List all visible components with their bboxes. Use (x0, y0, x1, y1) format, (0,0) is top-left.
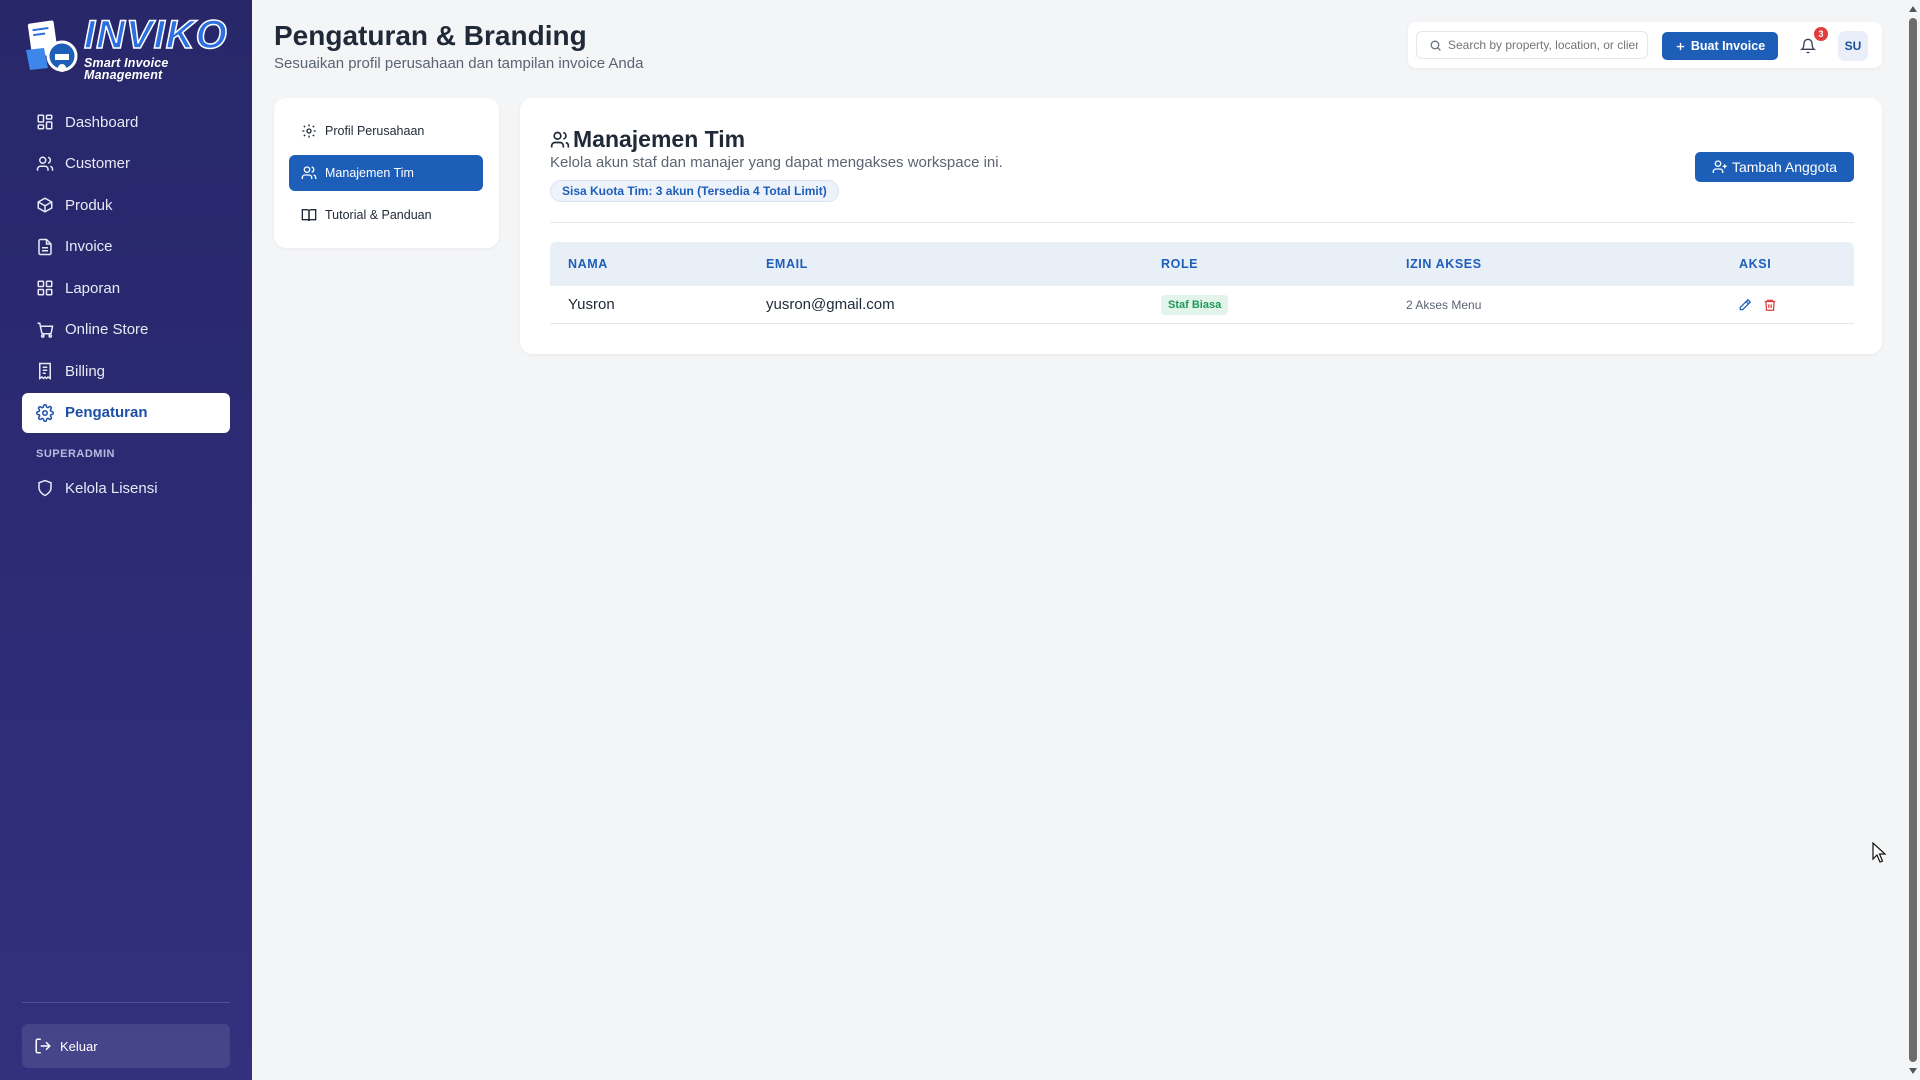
users-icon (301, 165, 317, 181)
brand-tagline: Smart Invoice Management (84, 55, 169, 82)
sidebar-item-produk[interactable]: Produk (22, 185, 230, 225)
row-actions (1736, 286, 1779, 323)
book-icon (301, 207, 317, 223)
sidebar: INVIKO Smart Invoice Management Dashboar… (0, 0, 252, 1080)
receipt-icon (36, 362, 54, 380)
gear-icon (36, 403, 54, 422)
access-count: 2 Akses Menu (1406, 297, 1482, 312)
sidebar-item-label: Invoice (65, 238, 113, 255)
sidebar-divider (22, 1002, 230, 1003)
sidebar-item-online-store[interactable]: Online Store (22, 310, 230, 350)
sidebar-item-label: Billing (65, 362, 106, 380)
settings-tabs: Profil Perusahaan Manajemen Tim Tutorial… (274, 98, 499, 248)
mouse-cursor-icon (1872, 841, 1888, 864)
page-subtitle: Sesuaikan profil perusahaan dan tampilan… (274, 55, 644, 72)
edit-icon[interactable] (1736, 296, 1754, 314)
tab-tutorial-panduan[interactable]: Tutorial & Panduan (289, 197, 483, 233)
bell-icon (1800, 38, 1816, 54)
column-header-email[interactable]: EMAIL (766, 242, 808, 286)
users-icon (550, 130, 570, 150)
sidebar-item-billing[interactable]: Billing (22, 351, 230, 391)
sidebar-item-invoice[interactable]: Invoice (22, 227, 230, 267)
logout-icon (34, 1037, 52, 1055)
tab-profil-perusahaan[interactable]: Profil Perusahaan (289, 113, 483, 149)
notification-badge: 3 (1814, 27, 1828, 41)
tab-label: Manajemen Tim (325, 166, 414, 180)
gear-icon (301, 123, 317, 139)
sidebar-nav: Dashboard Customer Produk Invoice Lapora… (22, 102, 230, 510)
add-member-button[interactable]: Tambah Anggota (1695, 152, 1854, 182)
users-icon (36, 155, 54, 173)
shield-icon (36, 479, 54, 497)
card-title: Manajemen Tim (550, 126, 745, 153)
tab-manajemen-tim[interactable]: Manajemen Tim (289, 155, 483, 191)
team-management-card: Manajemen Tim Kelola akun staf dan manaj… (520, 98, 1882, 354)
role-badge: Staf Biasa (1161, 294, 1229, 315)
page-title: Pengaturan & Branding (274, 20, 587, 51)
report-icon (36, 279, 54, 297)
column-header-nama[interactable]: NAMA (568, 242, 608, 286)
add-member-label: Tambah Anggota (1731, 159, 1838, 175)
sidebar-item-label: Laporan (65, 279, 121, 297)
logout-label: Keluar (60, 1038, 98, 1054)
quota-badge: Sisa Kuota Tim: 3 akun (Tersedia 4 Total… (550, 180, 839, 202)
scroll-up-arrow-icon[interactable] (1909, 6, 1917, 12)
logo-mark-icon (22, 20, 82, 76)
member-access: 2 Akses Menu (1406, 286, 1481, 323)
sidebar-item-laporan[interactable]: Laporan (22, 268, 230, 308)
page-scrollbar[interactable] (1906, 0, 1920, 1080)
sidebar-item-kelola-lisensi[interactable]: Kelola Lisensi (22, 468, 230, 508)
search-icon (1429, 39, 1442, 52)
top-toolbar: Buat Invoice 3 SU (1408, 22, 1882, 68)
search-box[interactable] (1416, 31, 1648, 59)
sidebar-item-label: Produk (65, 196, 113, 214)
sidebar-item-dashboard[interactable]: Dashboard (22, 102, 230, 142)
table-row: Yusron yusron@gmail.com Staf Biasa 2 Aks… (550, 286, 1854, 324)
brand-name: INVIKO (83, 12, 228, 57)
create-invoice-label: Buat Invoice (1690, 39, 1766, 53)
sidebar-item-label: Kelola Lisensi (65, 479, 158, 497)
box-icon (36, 196, 54, 214)
search-input[interactable] (1448, 38, 1638, 52)
team-table: NAMA EMAIL ROLE IZIN AKSES AKSI Yusron y… (550, 242, 1854, 324)
column-header-izin-akses[interactable]: IZIN AKSES (1406, 242, 1482, 286)
sidebar-section-superadmin: SUPERADMIN (36, 448, 115, 460)
column-header-aksi: AKSI (1739, 257, 1772, 271)
logout-button[interactable]: Keluar (22, 1024, 230, 1068)
create-invoice-button[interactable]: Buat Invoice (1662, 32, 1778, 60)
cart-icon (36, 321, 54, 339)
card-description: Kelola akun staf dan manajer yang dapat … (550, 154, 1003, 171)
trash-icon[interactable] (1761, 296, 1779, 314)
plus-icon (1675, 41, 1686, 52)
sidebar-item-customer[interactable]: Customer (22, 144, 230, 184)
tab-label: Profil Perusahaan (325, 124, 425, 138)
card-title-text: Manajemen Tim (573, 126, 746, 152)
user-plus-icon (1712, 159, 1728, 175)
file-icon (36, 238, 54, 256)
tab-label: Tutorial & Panduan (325, 208, 432, 222)
sidebar-item-label: Pengaturan (65, 404, 148, 421)
member-role: Staf Biasa (1161, 286, 1229, 323)
sidebar-item-pengaturan[interactable]: Pengaturan (22, 392, 230, 433)
sidebar-item-label: Customer (65, 155, 131, 172)
member-name: Yusron (568, 296, 615, 313)
column-header-role[interactable]: ROLE (1161, 242, 1198, 286)
scroll-down-arrow-icon[interactable] (1909, 1068, 1917, 1074)
card-divider (550, 222, 1854, 223)
sidebar-item-label: Dashboard (65, 113, 139, 131)
scroll-thumb[interactable] (1909, 18, 1917, 1062)
table-header: NAMA EMAIL ROLE IZIN AKSES AKSI (550, 242, 1854, 286)
sidebar-item-label: Online Store (65, 321, 149, 338)
dashboard-icon (36, 113, 54, 131)
brand-logo[interactable]: INVIKO Smart Invoice Management (22, 12, 234, 81)
member-email: yusron@gmail.com (766, 296, 895, 313)
user-avatar[interactable]: SU (1838, 31, 1868, 61)
